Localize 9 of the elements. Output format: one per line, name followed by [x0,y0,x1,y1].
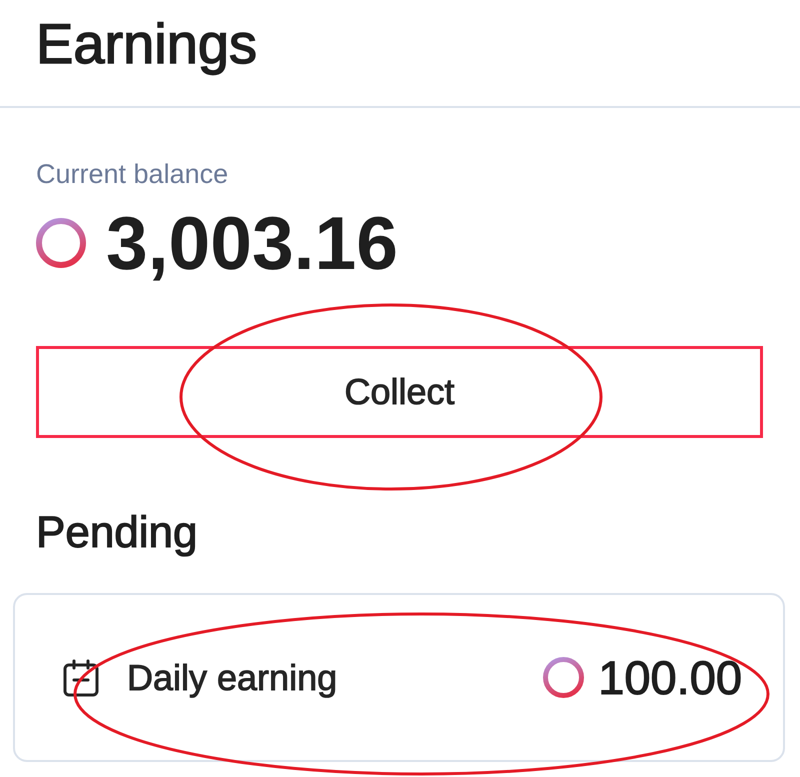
balance-amount: 3,003.16 [106,203,398,283]
calendar-icon [63,658,99,696]
ring-icon [36,218,86,268]
balance-label: Current balance [36,160,228,188]
ring-icon [543,657,584,698]
earning-label: Daily earning [127,656,338,698]
section-title: Pending [36,510,198,556]
earning-amount: 100.00 [598,650,742,705]
page-title: Earnings [36,14,258,74]
